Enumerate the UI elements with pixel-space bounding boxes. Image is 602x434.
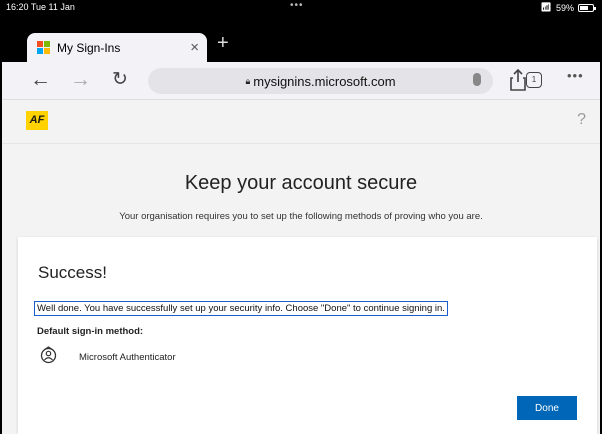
success-card: Success! Well done. You have successfull… — [18, 237, 597, 434]
url-text: mysignins.microsoft.com — [253, 73, 396, 89]
tab-strip: My Sign-Ins × + — [0, 14, 602, 62]
wifi-icon: 📶︎ — [540, 2, 552, 12]
address-bar[interactable]: 🔒︎ mysignins.microsoft.com — [148, 68, 493, 94]
tab-title: My Sign-Ins — [57, 40, 121, 55]
page-header: AF ? — [0, 100, 602, 144]
battery-icon — [578, 3, 596, 12]
battery-percentage: 59% — [555, 2, 574, 13]
authenticator-label: Microsoft Authenticator — [79, 352, 176, 363]
done-button[interactable]: Done — [517, 396, 577, 420]
page-subtitle: Your organisation requires you to set up… — [119, 211, 483, 222]
more-options-icon[interactable]: ••• — [567, 68, 584, 83]
back-arrow-icon[interactable]: ← — [30, 68, 51, 92]
af-logo: AF — [26, 111, 48, 130]
new-tab-icon[interactable]: + — [217, 33, 229, 53]
success-message: Well done. You have successfully set up … — [34, 301, 448, 316]
help-icon[interactable]: ? — [577, 111, 586, 129]
microphone-icon[interactable] — [473, 73, 481, 86]
window-frame-left — [0, 0, 2, 434]
forward-arrow-icon[interactable]: → — [70, 68, 91, 92]
card-title: Success! — [38, 263, 107, 282]
page-title: Keep your account secure — [184, 172, 418, 194]
microsoft-favicon-icon — [37, 41, 50, 54]
browser-toolbar: ← → ↻ 🔒︎ mysignins.microsoft.com 1 ••• — [0, 62, 602, 100]
reload-icon[interactable]: ↻ — [112, 68, 128, 92]
status-bar: 16:20 Tue 11 Jan ••• 📶︎ 59% — [0, 0, 602, 14]
default-method-label: Default sign-in method: — [37, 326, 144, 337]
status-indicators: 📶︎ 59% — [540, 2, 596, 13]
authenticator-icon — [40, 346, 57, 364]
page-content: AF ? Keep your account secure Your organ… — [0, 100, 602, 434]
close-tab-icon[interactable]: × — [190, 39, 199, 56]
status-time: 16:20 Tue 11 Jan — [6, 2, 75, 12]
browser-tab-my-sign-ins[interactable]: My Sign-Ins × — [27, 33, 207, 62]
tabs-overview-icon[interactable]: 1 — [526, 72, 542, 88]
lock-icon: 🔒︎ — [245, 75, 251, 86]
multitasking-dots-icon[interactable]: ••• — [290, 0, 304, 11]
